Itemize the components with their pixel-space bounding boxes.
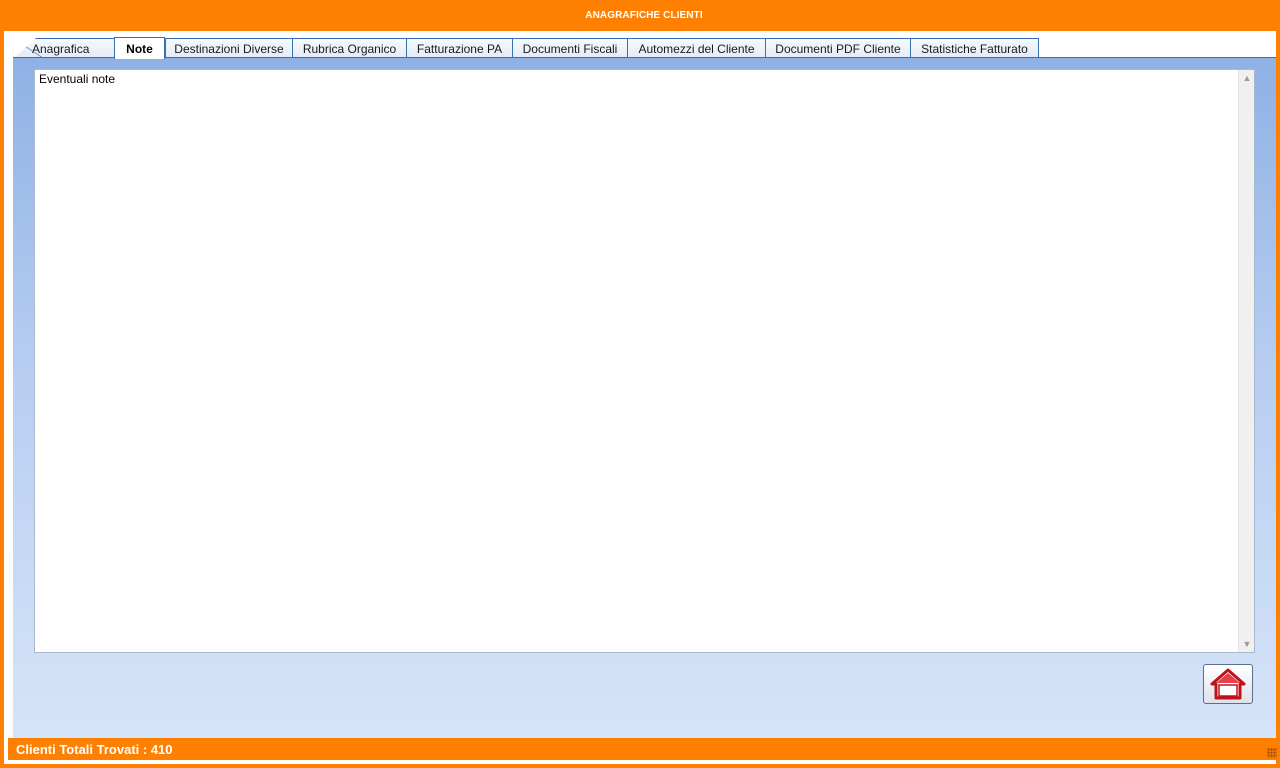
tab-label: Statistiche Fatturato — [921, 41, 1028, 56]
tab-label: Documenti Fiscali — [522, 41, 618, 56]
note-tab-panel: Eventuali note ▲ ▼ — [13, 57, 1276, 738]
scroll-up-icon[interactable]: ▲ — [1239, 70, 1255, 86]
status-bar: Clienti Totali Trovati : 410 — [8, 738, 1280, 760]
home-button[interactable] — [1203, 664, 1253, 704]
tab-label: Destinazioni Diverse — [174, 41, 284, 56]
notes-textarea[interactable]: Eventuali note ▲ ▼ — [34, 69, 1255, 653]
window-title: ANAGRAFICHE CLIENTI — [4, 0, 1280, 31]
tab-label: Fatturazione PA — [416, 41, 503, 56]
tab-destinazioni-diverse[interactable]: Destinazioni Diverse — [165, 38, 293, 58]
tab-documenti-fiscali[interactable]: Documenti Fiscali — [512, 38, 628, 58]
tab-anagrafica[interactable]: Anagrafica — [14, 38, 115, 58]
tab-automezzi-del-cliente[interactable]: Automezzi del Cliente — [627, 38, 766, 58]
notes-scrollbar[interactable]: ▲ ▼ — [1238, 70, 1254, 652]
home-icon — [1210, 668, 1246, 700]
tab-strip: Anagrafica Note Destinazioni Diverse Rub… — [14, 37, 1276, 59]
status-total-clients: Clienti Totali Trovati : 410 — [16, 741, 173, 757]
tab-documenti-pdf-cliente[interactable]: Documenti PDF Cliente — [765, 38, 911, 58]
tab-note[interactable]: Note — [114, 37, 165, 59]
app-window: ANAGRAFICHE CLIENTI Anagrafica Note Dest… — [0, 0, 1280, 768]
tab-rubrica-organico[interactable]: Rubrica Organico — [292, 38, 407, 58]
tab-fatturazione-pa[interactable]: Fatturazione PA — [406, 38, 513, 58]
tab-label: Note — [126, 41, 153, 56]
notes-text: Eventuali note — [39, 72, 116, 86]
tab-label: Documenti PDF Cliente — [775, 41, 901, 56]
tab-statistiche-fatturato[interactable]: Statistiche Fatturato — [910, 38, 1039, 58]
scroll-down-icon[interactable]: ▼ — [1239, 636, 1255, 652]
resize-grip-icon[interactable] — [1267, 748, 1277, 758]
tab-label: Rubrica Organico — [302, 41, 397, 56]
tab-label: Automezzi del Cliente — [638, 41, 755, 56]
tab-label: Anagrafica — [32, 41, 90, 56]
